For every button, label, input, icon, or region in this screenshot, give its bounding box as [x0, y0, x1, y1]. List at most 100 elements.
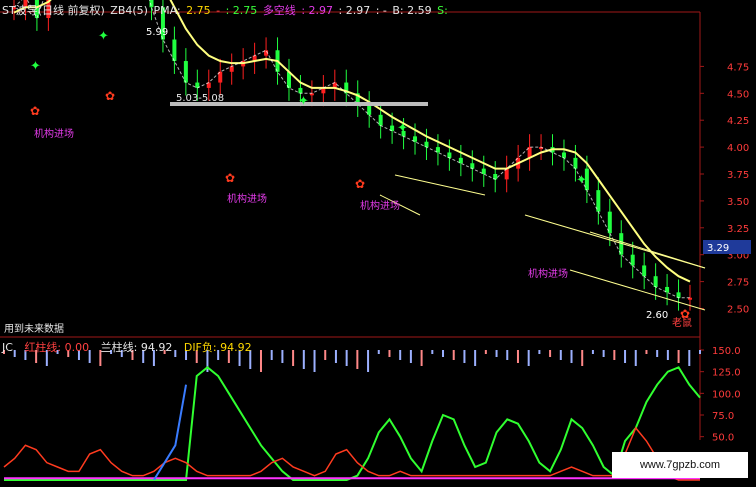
sub-y-tick-label: 150.0: [712, 346, 741, 357]
histogram-bar: [281, 350, 284, 363]
candle-body: [183, 61, 188, 83]
dash-2: : -: [375, 4, 387, 17]
histogram-bar: [527, 350, 530, 366]
histogram-bar: [302, 350, 305, 369]
histogram-bar: [399, 350, 402, 360]
trend-line-1: [394, 174, 486, 196]
histogram-bar: [634, 350, 637, 366]
pma-label: PMA:: [153, 4, 181, 17]
range-label: 5.03-5.08: [176, 93, 225, 104]
y-tick-label: 3.25: [727, 224, 749, 235]
y-tick-label: 4.00: [727, 143, 749, 154]
buy-signal-icon: ✦: [576, 173, 587, 188]
s-label: S:: [437, 4, 448, 17]
y-tick-label: 3.75: [727, 170, 749, 181]
current-price-label: 3.29: [707, 243, 729, 254]
histogram-bar: [452, 350, 455, 360]
pma-line: [13, 0, 691, 283]
histogram-bar: [388, 350, 391, 357]
sell-signal-icon: ✿: [105, 89, 115, 103]
histogram-bar: [624, 350, 627, 363]
histogram-bar: [656, 350, 659, 357]
institution-entry-label-2: 机构进场: [227, 194, 267, 205]
blue-bar-label: 兰柱线: 94.92: [100, 341, 173, 354]
institution-entry-label-4: 机构进场: [528, 269, 568, 280]
histogram-bar: [345, 350, 348, 366]
buy-signal-icon: ✦: [298, 94, 309, 109]
trend-line-4: [589, 231, 706, 269]
histogram-bar: [591, 350, 594, 354]
y-tick-label: 4.25: [727, 116, 749, 127]
candle-body: [424, 141, 429, 148]
histogram-bar: [474, 350, 477, 366]
histogram-bar: [602, 350, 605, 357]
mouse-label: 老鼠: [672, 318, 692, 329]
histogram-bar: [549, 350, 552, 357]
histogram-bar: [292, 350, 295, 366]
histogram-bar: [463, 350, 466, 363]
histogram-bar: [356, 350, 359, 369]
y-tick-label: 3.50: [727, 197, 749, 208]
red-bar-label: 红柱线: 0.00: [24, 341, 90, 354]
histogram-bar: [570, 350, 573, 363]
duokong-label: 多空线: [262, 4, 296, 17]
candle-body: [573, 157, 578, 169]
histogram-bar: [538, 350, 541, 354]
histogram-bar: [442, 350, 445, 357]
zb-label: ZB4(5): [110, 4, 148, 17]
dif-line: [4, 366, 701, 481]
sell-signal-icon: ✿: [355, 177, 365, 191]
dea-line: [3, 426, 700, 481]
candle-body: [642, 265, 647, 277]
candle-body: [653, 276, 658, 287]
candle-body: [298, 87, 303, 94]
blue-line: [153, 384, 188, 481]
b-label: B: 2.59: [392, 4, 432, 17]
sub-y-tick-label: 50.0: [712, 433, 734, 444]
histogram-bar: [270, 350, 273, 360]
histogram-bar: [677, 350, 680, 363]
watermark: www.7gpzb.com: [612, 452, 748, 478]
sub-y-tick-label: 100.0: [712, 389, 741, 400]
y-tick-label: 4.75: [727, 62, 749, 73]
histogram-bar: [516, 350, 519, 363]
candle-body: [378, 114, 383, 126]
candle-body: [229, 66, 234, 72]
sell-signal-icon: ✿: [30, 104, 40, 118]
institution-entry-label-3: 机构进场: [360, 201, 400, 212]
histogram-bar: [495, 350, 498, 357]
indicator-name: ST波导(日线 前复权): [2, 4, 105, 17]
buy-signal-icon: ✦: [397, 121, 408, 136]
histogram-bar: [688, 350, 691, 366]
sub-y-tick-label: 125.0: [712, 368, 741, 379]
jc-label: JC: [2, 341, 13, 354]
high-price-label: 5.99: [146, 27, 168, 38]
dash-1: -: [216, 4, 221, 17]
histogram-bar: [645, 350, 648, 354]
institution-entry-label-1: 机构进场: [34, 129, 74, 140]
value-2: : 2.75: [225, 4, 258, 17]
histogram-bar: [324, 350, 327, 360]
histogram-bar: [334, 350, 337, 363]
histogram-bar: [409, 350, 412, 363]
buy-signal-icon: ✦: [98, 29, 109, 44]
histogram-bar: [484, 350, 487, 354]
histogram-bar: [581, 350, 584, 366]
sub-chart-header: JC 红柱线: 0.00 兰柱线: 94.92 DIF负: 94.92: [2, 339, 260, 355]
sell-signal-icon: ✿: [225, 171, 235, 185]
y-tick-label: 4.50: [727, 89, 749, 100]
main-chart-header: ST波导(日线 前复权) ZB4(5) PMA: 2.75 - : 2.75 多…: [2, 2, 450, 18]
chart-canvas: 4.754.504.254.003.753.503.253.002.752.50…: [0, 0, 751, 481]
candle-body: [172, 39, 177, 62]
duokong-value: : 2.97: [301, 4, 334, 17]
trend-line-5: [569, 269, 706, 311]
histogram-bar: [613, 350, 616, 360]
histogram-bar: [377, 350, 380, 354]
dif-label: DIF负: 94.92: [183, 341, 252, 354]
buy-signal-icon: ✦: [30, 59, 41, 74]
y-tick-label: 2.75: [727, 278, 749, 289]
histogram-bar: [431, 350, 434, 354]
histogram-bar: [420, 350, 423, 366]
histogram-bar: [666, 350, 669, 360]
close-line: [13, 0, 690, 299]
